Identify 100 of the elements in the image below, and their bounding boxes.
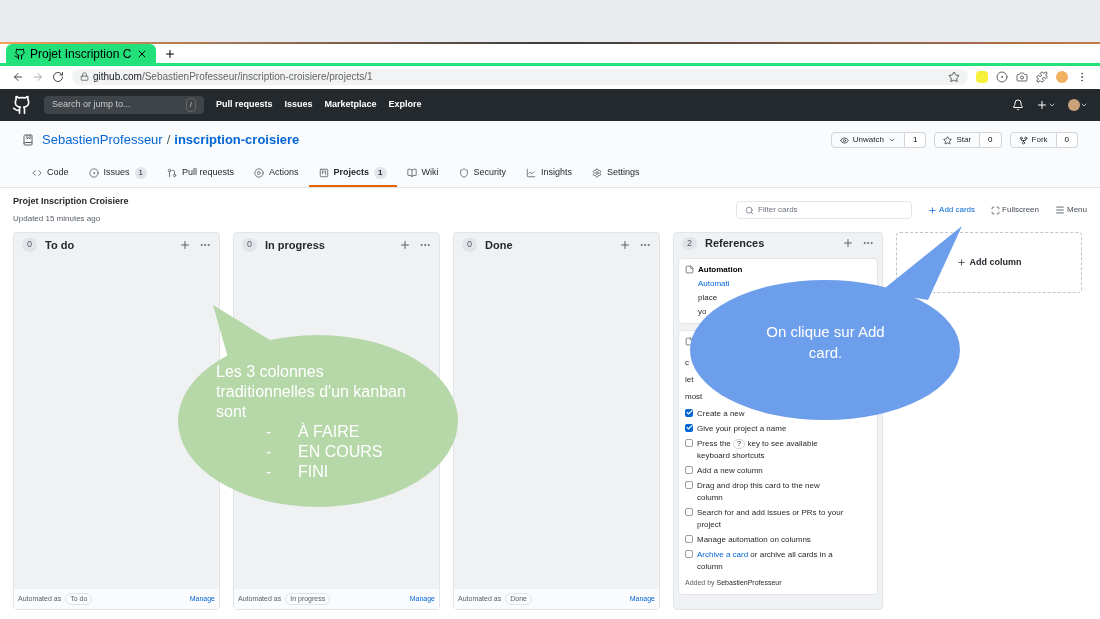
task-text: Drag and drop this card to the new column: [697, 479, 821, 504]
fullscreen-icon: [991, 205, 1001, 215]
settings-icon: [592, 168, 603, 178]
user-menu[interactable]: [1068, 99, 1088, 111]
caret-icon: [887, 136, 896, 144]
github-logo-icon: [14, 47, 26, 60]
new-tab-icon[interactable]: [164, 48, 176, 60]
actions-icon: [254, 168, 264, 178]
callout-text: Les 3 colonnes traditionnelles d'un kanban sont: [216, 362, 407, 422]
checkbox[interactable]: [685, 549, 693, 558]
reload-icon[interactable]: [52, 70, 64, 83]
owner-link[interactable]: SebastienProfesseur: [42, 130, 163, 150]
checkbox[interactable]: [685, 534, 693, 543]
task-text: Add a new column: [697, 464, 764, 477]
note-icon: [685, 336, 694, 346]
task-text: Give your project a name: [697, 422, 788, 435]
count-badge: 2: [682, 236, 697, 250]
add-icon[interactable]: [842, 237, 854, 250]
list-marker: -: [266, 462, 273, 482]
repo-tab[interactable]: Projects 1: [308, 161, 397, 187]
repo-tab[interactable]: Settings: [582, 161, 650, 187]
bookmark-icon[interactable]: [948, 70, 960, 83]
note-icon: [685, 265, 694, 274]
archive-link[interactable]: Archive a card: [697, 549, 749, 559]
create-menu[interactable]: [1036, 99, 1056, 111]
repo-action-button[interactable]: Fork: [1009, 132, 1057, 148]
repo-tab[interactable]: Wiki: [396, 161, 449, 187]
plus-icon: [1036, 99, 1048, 111]
count-badge: 1: [374, 167, 387, 179]
nav-link[interactable]: Pull requests: [216, 98, 273, 112]
address-bar[interactable]: github.com/SebastienProfesseur/inscription-croisiere/projects/1: [72, 68, 968, 85]
projects-icon: [318, 168, 329, 178]
card-text: Automati: [698, 277, 731, 290]
card-title: Automation: [698, 263, 743, 276]
plus-icon: [928, 205, 938, 215]
issues-icon: [88, 168, 99, 178]
repo-action-button[interactable]: Star: [934, 132, 981, 148]
plus-icon: [956, 258, 966, 267]
column-title: References: [705, 236, 766, 251]
checkbox[interactable]: [685, 480, 693, 489]
github-logo-icon[interactable]: [12, 95, 32, 115]
repo-icon: [22, 134, 34, 146]
code-icon: [32, 168, 42, 178]
add-icon[interactable]: [179, 239, 191, 251]
add-icon[interactable]: [399, 239, 411, 251]
insights-icon: [526, 168, 537, 178]
checkbox[interactable]: [685, 423, 693, 432]
updated-text: Updated 15 minutes ago: [13, 213, 102, 226]
menu-button[interactable]: Menu: [1055, 204, 1087, 216]
task-text: Archive a card or archive all cards in a column: [697, 548, 834, 573]
lock-icon: [80, 72, 89, 81]
task-text: Manage automation on columns: [697, 533, 812, 546]
column-title: Done: [485, 237, 514, 253]
extension-icon[interactable]: [996, 70, 1008, 83]
count-badge: 0: [242, 238, 257, 252]
callout-text: On clique sur Add card.: [765, 322, 886, 363]
avatar-icon: [1068, 99, 1080, 111]
callout-item: FINI: [298, 462, 329, 482]
puzzle-icon[interactable]: [1036, 70, 1048, 83]
pulls-icon: [167, 168, 177, 178]
security-icon: [458, 168, 469, 178]
count-badge: 0: [22, 238, 37, 252]
repo-tab[interactable]: Issues 1: [78, 161, 157, 187]
checkbox[interactable]: [685, 438, 693, 447]
nav-link[interactable]: Marketplace: [324, 98, 377, 112]
counter: 0: [1056, 132, 1078, 148]
back-icon[interactable]: [12, 70, 24, 83]
add-icon[interactable]: [619, 239, 631, 251]
task-text: Create a new: [697, 407, 746, 420]
filter-field[interactable]: Filter cards: [736, 201, 913, 219]
repo-tab[interactable]: Insights: [516, 161, 583, 187]
checkbox[interactable]: [685, 408, 693, 417]
repo-tab[interactable]: Pull requests: [157, 161, 244, 187]
checkbox[interactable]: [685, 507, 693, 516]
notification-icon[interactable]: [1012, 99, 1024, 111]
fullscreen-button[interactable]: Fullscreen: [991, 204, 1039, 216]
callout-item: EN COURS: [298, 442, 383, 462]
count-badge: 1: [134, 167, 147, 179]
card-text: c: [685, 356, 690, 369]
list-marker: -: [266, 422, 273, 442]
nav-link[interactable]: Issues: [284, 98, 313, 112]
menu-icon: [1055, 205, 1065, 215]
camera-icon[interactable]: [1016, 70, 1028, 83]
card-text: yo: [698, 305, 708, 318]
caret-icon: [1048, 101, 1056, 109]
browser-tab[interactable]: Projet Inscription C: [6, 44, 156, 63]
checkbox[interactable]: [685, 465, 693, 474]
star-icon: [943, 135, 953, 145]
path-separator: /: [166, 131, 171, 150]
repo-action-button[interactable]: Unwatch: [830, 132, 905, 148]
nav-link[interactable]: Explore: [388, 98, 422, 112]
search-field[interactable]: Search or jump to... /: [44, 96, 204, 114]
fork-icon: [1018, 135, 1028, 145]
repo-link[interactable]: inscription-croisiere: [174, 130, 300, 150]
repo-tab[interactable]: Code: [22, 161, 79, 187]
column-title: In progress: [265, 237, 326, 253]
add-cards-button[interactable]: Add cards: [928, 204, 976, 216]
repo-tab[interactable]: Security: [448, 161, 517, 187]
repo-tab[interactable]: Actions: [244, 161, 309, 187]
counter: 0: [980, 132, 1002, 148]
